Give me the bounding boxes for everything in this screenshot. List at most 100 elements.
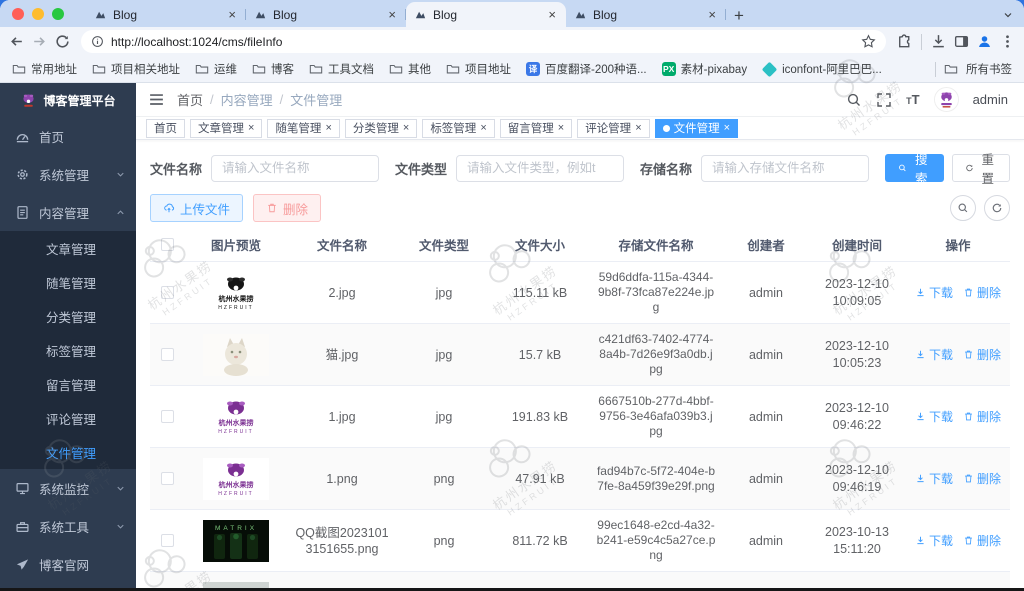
download-link[interactable]: 下载 xyxy=(915,470,953,487)
sidebar-item-essay[interactable]: 随笔管理 xyxy=(0,265,136,299)
bookmark-folder[interactable]: 博客 xyxy=(252,61,294,77)
refresh-table-button[interactable] xyxy=(984,195,1010,221)
tag-comment[interactable]: 评论管理× xyxy=(577,119,649,138)
close-tab-icon[interactable]: × xyxy=(226,8,238,21)
close-tag-icon[interactable]: × xyxy=(248,123,254,134)
delete-link[interactable]: 删除 xyxy=(963,408,1001,425)
download-link[interactable]: 下载 xyxy=(915,346,953,363)
row-checkbox[interactable] xyxy=(161,410,174,423)
browser-tab[interactable]: Blog × xyxy=(566,2,726,27)
bookmark-folder[interactable]: 其他 xyxy=(389,61,431,77)
font-size-icon[interactable]: TT xyxy=(906,93,919,106)
show-search-button[interactable] xyxy=(950,195,976,221)
maximize-window-button[interactable] xyxy=(52,8,64,20)
close-window-button[interactable] xyxy=(12,8,24,20)
profile-icon[interactable] xyxy=(976,33,993,50)
minimize-window-button[interactable] xyxy=(32,8,44,20)
close-tab-icon[interactable]: × xyxy=(386,8,398,21)
close-tab-icon[interactable]: × xyxy=(546,8,558,21)
sidebar-item-file[interactable]: 文件管理 xyxy=(0,435,136,469)
close-tag-icon[interactable]: × xyxy=(403,123,409,134)
bookmark-link[interactable]: 译百度翻译-200种语... xyxy=(526,61,647,77)
download-link[interactable]: 下载 xyxy=(915,532,953,549)
sidebar-item-monitor[interactable]: 系统监控 xyxy=(0,469,136,507)
bookmark-link[interactable]: PX素材-pixabay xyxy=(662,61,747,77)
tag-category[interactable]: 分类管理× xyxy=(345,119,417,138)
address-bar[interactable]: http://localhost:1024/cms/fileInfo xyxy=(81,30,886,53)
select-all-checkbox[interactable] xyxy=(161,238,174,251)
row-checkbox[interactable] xyxy=(161,534,174,547)
tag-message[interactable]: 留言管理× xyxy=(500,119,572,138)
close-tag-icon[interactable]: × xyxy=(480,123,486,134)
sidebar-item-home[interactable]: 首页 xyxy=(0,117,136,155)
upload-file-button[interactable]: 上传文件 xyxy=(150,194,243,222)
tag-essay[interactable]: 随笔管理× xyxy=(267,119,339,138)
side-panel-icon[interactable] xyxy=(953,33,970,50)
download-link[interactable]: 下载 xyxy=(915,284,953,301)
storename-input[interactable] xyxy=(701,155,869,182)
site-info-icon[interactable] xyxy=(91,35,104,48)
file-thumbnail[interactable] xyxy=(203,334,269,376)
tab-search-icon[interactable] xyxy=(1002,9,1014,21)
sidebar-item-blog-site[interactable]: 博客官网 xyxy=(0,545,136,583)
bookmark-folder[interactable]: 项目地址 xyxy=(446,61,511,77)
delete-link[interactable]: 删除 xyxy=(963,284,1001,301)
delete-link[interactable]: 删除 xyxy=(963,470,1001,487)
sidebar-item-content[interactable]: 内容管理 xyxy=(0,193,136,231)
close-tag-icon[interactable]: × xyxy=(724,123,730,134)
file-thumbnail[interactable]: 杭州水果捞HZFRUIT xyxy=(203,272,269,314)
username[interactable]: admin xyxy=(973,92,1008,107)
browser-tab-active[interactable]: Blog × xyxy=(406,2,566,27)
delete-link[interactable]: 删除 xyxy=(963,346,1001,363)
tag-file-active[interactable]: 文件管理× xyxy=(655,119,738,138)
browser-tab[interactable]: Blog × xyxy=(246,2,406,27)
sidebar-item-tools[interactable]: 系统工具 xyxy=(0,507,136,545)
sidebar-item-system[interactable]: 系统管理 xyxy=(0,155,136,193)
downloads-icon[interactable] xyxy=(930,33,947,50)
forward-icon[interactable] xyxy=(31,33,48,50)
extensions-icon[interactable] xyxy=(896,33,913,50)
all-bookmarks[interactable]: 所有书签 xyxy=(935,61,1012,77)
sidebar-item-comment[interactable]: 评论管理 xyxy=(0,401,136,435)
file-thumbnail[interactable]: 杭州水果捞HZFRUIT xyxy=(203,458,269,500)
fullscreen-icon[interactable] xyxy=(876,92,892,108)
file-thumbnail[interactable]: MATRIX xyxy=(203,520,269,562)
bookmark-star-icon[interactable] xyxy=(861,34,876,49)
tag-article[interactable]: 文章管理× xyxy=(190,119,262,138)
close-tag-icon[interactable]: × xyxy=(635,123,641,134)
close-tag-icon[interactable]: × xyxy=(558,123,564,134)
search-icon[interactable] xyxy=(846,92,862,108)
filetype-input[interactable] xyxy=(456,155,624,182)
close-tab-icon[interactable]: × xyxy=(706,8,718,21)
avatar[interactable] xyxy=(934,87,959,112)
sidebar-item-message[interactable]: 留言管理 xyxy=(0,367,136,401)
back-icon[interactable] xyxy=(8,33,25,50)
breadcrumb-content[interactable]: 内容管理 xyxy=(221,90,273,109)
bookmark-folder[interactable]: 工具文档 xyxy=(309,61,374,77)
filename-input[interactable] xyxy=(211,155,379,182)
search-button[interactable]: 搜索 xyxy=(885,154,943,182)
close-tag-icon[interactable]: × xyxy=(325,123,331,134)
tag-home[interactable]: 首页 xyxy=(146,119,185,138)
bookmark-folder[interactable]: 常用地址 xyxy=(12,61,77,77)
delete-button[interactable]: 删除 xyxy=(253,194,321,222)
reset-button[interactable]: 重置 xyxy=(952,154,1010,182)
row-checkbox[interactable] xyxy=(161,348,174,361)
breadcrumb-home[interactable]: 首页 xyxy=(177,90,203,109)
tag-tag[interactable]: 标签管理× xyxy=(422,119,494,138)
browser-tab[interactable]: Blog × xyxy=(86,2,246,27)
bookmark-folder[interactable]: 运维 xyxy=(195,61,237,77)
sidebar-item-article[interactable]: 文章管理 xyxy=(0,231,136,265)
new-tab-button[interactable]: + xyxy=(734,7,744,24)
sidebar-item-tag[interactable]: 标签管理 xyxy=(0,333,136,367)
collapse-sidebar-icon[interactable] xyxy=(148,91,165,108)
bookmark-folder[interactable]: 项目相关地址 xyxy=(92,61,180,77)
menu-dots-icon[interactable] xyxy=(999,33,1016,50)
row-checkbox[interactable] xyxy=(161,286,174,299)
sidebar-item-category[interactable]: 分类管理 xyxy=(0,299,136,333)
delete-link[interactable]: 删除 xyxy=(963,532,1001,549)
reload-icon[interactable] xyxy=(54,33,71,50)
file-thumbnail[interactable]: 杭州水果捞HZFRUIT xyxy=(203,396,269,438)
row-checkbox[interactable] xyxy=(161,472,174,485)
download-link[interactable]: 下载 xyxy=(915,408,953,425)
